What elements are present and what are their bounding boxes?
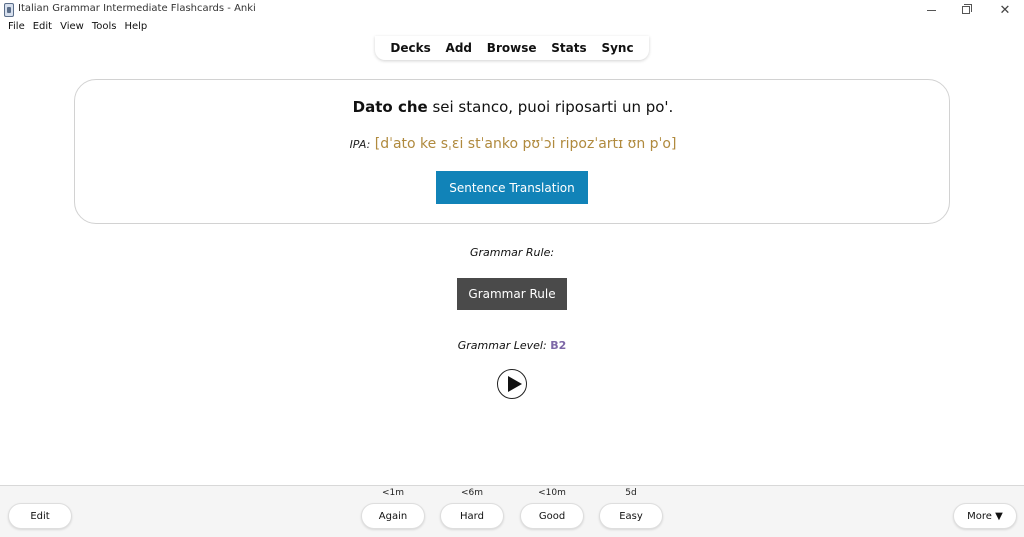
sentence-translation-button[interactable]: Sentence Translation xyxy=(436,171,588,204)
title-bar: Italian Grammar Intermediate Flashcards … xyxy=(0,0,1024,20)
good-interval: <10m xyxy=(538,488,566,498)
ipa-label: IPA: xyxy=(349,138,371,151)
again-button[interactable]: Again xyxy=(361,503,425,529)
minimize-button[interactable] xyxy=(912,0,950,20)
main-toolbar: Decks Add Browse Stats Sync xyxy=(375,36,649,60)
edit-button[interactable]: Edit xyxy=(8,503,72,529)
restore-icon xyxy=(962,4,972,14)
menu-tools[interactable]: Tools xyxy=(92,19,117,34)
hard-button[interactable]: Hard xyxy=(440,503,504,529)
toolbar-decks-link[interactable]: Decks xyxy=(390,41,430,55)
ipa-transcription: [dˈato ke sˌɛi stˈanko pʊˈɔi ripozˈartɪ … xyxy=(370,136,677,152)
menu-file[interactable]: File xyxy=(8,19,25,34)
ipa-row: IPA: [dˈato ke sˌɛi stˈanko pʊˈɔi ripozˈ… xyxy=(75,136,951,152)
toolbar-sync-link[interactable]: Sync xyxy=(601,41,633,55)
good-button[interactable]: Good xyxy=(520,503,584,529)
close-button[interactable]: ✕ xyxy=(986,0,1024,20)
menu-help[interactable]: Help xyxy=(124,19,147,34)
menu-edit[interactable]: Edit xyxy=(33,19,52,34)
sentence-highlight: Dato che xyxy=(352,98,428,116)
more-button[interactable]: More ▼ xyxy=(953,503,1017,529)
play-audio-icon[interactable] xyxy=(497,369,527,399)
review-bottom-bar: Edit <1m Again <6m Hard <10m Good 5d Eas… xyxy=(0,485,1024,537)
easy-interval: 5d xyxy=(625,488,637,498)
grammar-rule-label: Grammar Rule: xyxy=(469,246,555,259)
toolbar-stats-link[interactable]: Stats xyxy=(551,41,586,55)
minimize-icon xyxy=(926,9,936,11)
grammar-level-label: Grammar Level: xyxy=(457,339,551,352)
grammar-rule-button[interactable]: Grammar Rule xyxy=(457,278,567,310)
menu-bar: File Edit View Tools Help xyxy=(0,19,147,34)
window-title: Italian Grammar Intermediate Flashcards … xyxy=(18,3,256,14)
again-interval: <1m xyxy=(381,488,405,498)
maximize-button[interactable] xyxy=(947,0,985,20)
close-icon: ✕ xyxy=(999,2,1011,18)
menu-view[interactable]: View xyxy=(60,19,84,34)
toolbar-browse-link[interactable]: Browse xyxy=(487,41,537,55)
card-sentence: Dato che sei stanco, puoi riposarti un p… xyxy=(75,98,951,116)
toolbar-add-link[interactable]: Add xyxy=(446,41,472,55)
hard-interval: <6m xyxy=(460,488,484,498)
grammar-level-value: B2 xyxy=(550,339,567,352)
flashcard-front: Dato che sei stanco, puoi riposarti un p… xyxy=(74,79,950,224)
anki-app-icon xyxy=(4,3,14,17)
grammar-level-row: Grammar Level: B2 xyxy=(0,339,1024,352)
easy-button[interactable]: Easy xyxy=(599,503,663,529)
sentence-rest: sei stanco, puoi riposarti un po'. xyxy=(427,98,674,116)
